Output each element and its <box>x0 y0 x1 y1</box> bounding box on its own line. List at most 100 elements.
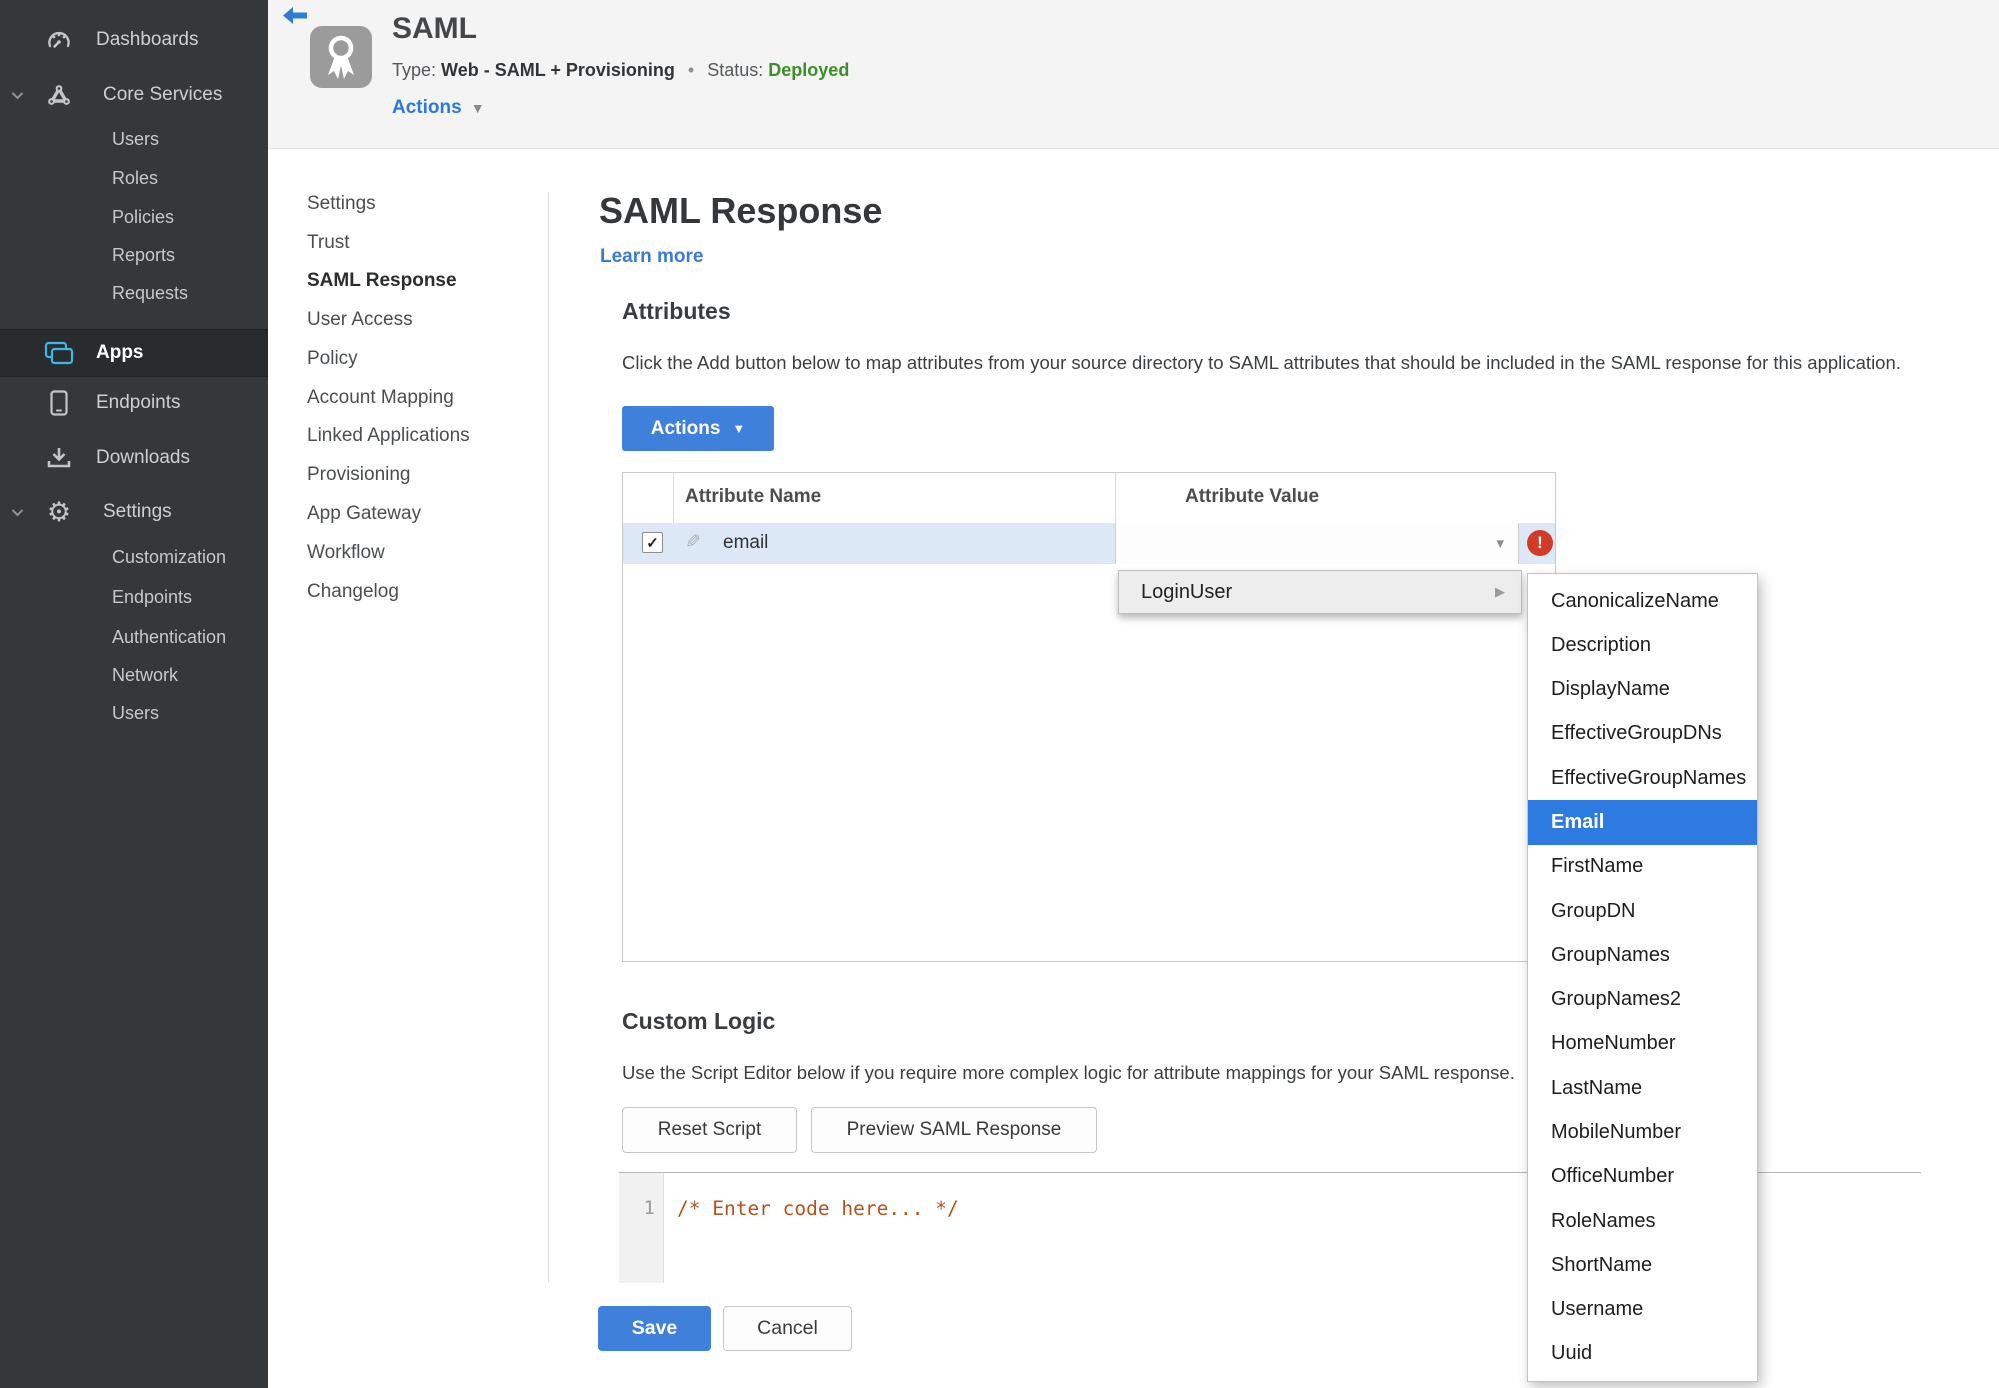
sidebar-item-label: Dashboards <box>96 29 199 50</box>
menu-option-groupnames[interactable]: GroupNames <box>1528 933 1757 977</box>
nav-item-saml-response[interactable]: SAML Response <box>307 270 457 292</box>
menu-option-canonicalizename[interactable]: CanonicalizeName <box>1528 579 1757 623</box>
chevron-down-icon <box>11 508 24 517</box>
sidebar-item-customization[interactable]: Customization <box>0 538 268 576</box>
sidebar-item-label: Apps <box>96 342 144 363</box>
menu-option-officenumber[interactable]: OfficeNumber <box>1528 1155 1757 1199</box>
learn-more-link[interactable]: Learn more <box>600 246 703 268</box>
app-meta: Type: Web - SAML + Provisioning • Status… <box>392 60 849 81</box>
sidebar-item-network[interactable]: Network <box>0 656 268 694</box>
menu-option-lastname[interactable]: LastName <box>1528 1066 1757 1110</box>
row-checkbox[interactable]: ✓ <box>642 532 663 553</box>
nav-item-app-gateway[interactable]: App Gateway <box>307 503 421 525</box>
page-title: SAML Response <box>599 190 883 231</box>
table-row: ✓ ✎ email ▾ ! <box>623 523 1555 564</box>
sidebar-item-requests[interactable]: Requests <box>0 274 268 312</box>
menu-option-effectivegroupnames[interactable]: EffectiveGroupNames <box>1528 756 1757 800</box>
saml-app-config-screen: Dashboards Core Services Users Roles Pol… <box>0 0 1999 1388</box>
attribute-name-cell: email <box>723 532 769 553</box>
menu-option-rolenames[interactable]: RoleNames <box>1528 1199 1757 1243</box>
sidebar: Dashboards Core Services Users Roles Pol… <box>0 0 268 1388</box>
sidebar-item-label: Users <box>112 702 160 723</box>
menu-option-mobilenumber[interactable]: MobileNumber <box>1528 1110 1757 1154</box>
caret-down-icon: ▼ <box>732 421 746 436</box>
sidebar-item-label: Reports <box>112 244 176 265</box>
menu-option-firstname[interactable]: FirstName <box>1528 845 1757 889</box>
menu-option-description[interactable]: Description <box>1528 623 1757 667</box>
menu-option-shortname[interactable]: ShortName <box>1528 1243 1757 1287</box>
menu-option-groupnames2[interactable]: GroupNames2 <box>1528 978 1757 1022</box>
sidebar-item-endpoints[interactable]: Endpoints <box>0 384 268 422</box>
sidebar-item-label: Settings <box>103 501 172 522</box>
reset-script-button[interactable]: Reset Script <box>622 1107 797 1153</box>
menu-option-homenumber[interactable]: HomeNumber <box>1528 1022 1757 1066</box>
sidebar-item-apps[interactable]: Apps <box>0 329 268 377</box>
type-label: Type: <box>392 60 437 80</box>
sidebar-item-authentication[interactable]: Authentication <box>0 618 268 656</box>
cancel-button[interactable]: Cancel <box>723 1306 852 1351</box>
nav-item-workflow[interactable]: Workflow <box>307 542 385 564</box>
sidebar-item-label: Authentication <box>112 626 227 647</box>
caret-down-icon: ▼ <box>470 100 485 116</box>
custom-logic-description: Use the Script Editor below if you requi… <box>622 1062 1515 1083</box>
preview-saml-response-button[interactable]: Preview SAML Response <box>811 1107 1097 1153</box>
value-options-submenu: CanonicalizeName Description DisplayName… <box>1527 573 1758 1382</box>
preview-saml-response-label: Preview SAML Response <box>846 1119 1062 1140</box>
sidebar-item-settings-users[interactable]: Users <box>0 694 268 732</box>
menu-option-displayname[interactable]: DisplayName <box>1528 668 1757 712</box>
sidebar-item-label: Downloads <box>96 447 190 468</box>
nav-item-policy[interactable]: Policy <box>307 348 358 370</box>
editor-line-gutter: 1 <box>619 1173 664 1283</box>
value-menu-loginuser[interactable]: LoginUser ▶ <box>1118 570 1522 614</box>
nav-item-changelog[interactable]: Changelog <box>307 581 399 603</box>
sidebar-item-settings-endpoints[interactable]: Endpoints <box>0 578 268 616</box>
edit-pencil-icon[interactable]: ✎ <box>685 531 701 554</box>
sidebar-item-label: Policies <box>112 206 175 227</box>
value-menu-label: LoginUser <box>1141 580 1233 603</box>
attribute-value-dropdown[interactable]: ▾ <box>1115 523 1519 564</box>
nav-item-settings[interactable]: Settings <box>307 193 376 215</box>
status-label: Status: <box>707 60 764 80</box>
sidebar-item-label: Core Services <box>103 84 223 105</box>
reset-script-label: Reset Script <box>657 1119 762 1140</box>
sidebar-item-label: Customization <box>112 546 227 567</box>
nav-item-trust[interactable]: Trust <box>307 232 350 254</box>
gear-icon: ⚙ <box>46 496 72 527</box>
header-actions-menu[interactable]: Actions ▼ <box>392 97 485 119</box>
sidebar-item-reports[interactable]: Reports <box>0 236 268 274</box>
nav-item-linked-applications[interactable]: Linked Applications <box>307 425 470 447</box>
sidebar-item-dashboards[interactable]: Dashboards <box>0 21 268 59</box>
caret-down-icon: ▾ <box>1496 535 1504 552</box>
sidebar-item-label: Endpoints <box>96 392 181 413</box>
menu-option-username[interactable]: Username <box>1528 1288 1757 1332</box>
core-services-icon <box>42 83 76 107</box>
phone-icon <box>42 390 76 416</box>
menu-option-uuid[interactable]: Uuid <box>1528 1332 1757 1376</box>
nav-item-provisioning[interactable]: Provisioning <box>307 464 411 486</box>
nav-item-account-mapping[interactable]: Account Mapping <box>307 387 454 409</box>
attributes-actions-button[interactable]: Actions ▼ <box>622 406 774 451</box>
sidebar-item-policies[interactable]: Policies <box>0 198 268 236</box>
nav-item-user-access[interactable]: User Access <box>307 309 413 331</box>
sidebar-item-label: Endpoints <box>112 586 193 607</box>
sidebar-item-downloads[interactable]: Downloads <box>0 439 268 477</box>
meta-separator: • <box>687 60 695 80</box>
custom-logic-heading: Custom Logic <box>622 1008 776 1034</box>
app-header: SAML Type: Web - SAML + Provisioning • S… <box>268 0 1999 149</box>
line-number: 1 <box>643 1197 655 1219</box>
menu-option-groupdn[interactable]: GroupDN <box>1528 889 1757 933</box>
attributes-description: Click the Add button below to map attrib… <box>622 352 1901 373</box>
save-label: Save <box>631 1317 678 1339</box>
menu-option-email[interactable]: Email <box>1528 800 1757 845</box>
sidebar-item-users[interactable]: Users <box>0 120 268 158</box>
cancel-label: Cancel <box>757 1317 818 1339</box>
chevron-down-icon <box>11 91 24 100</box>
menu-option-effectivegroupdns[interactable]: EffectiveGroupDNs <box>1528 712 1757 756</box>
back-arrow-icon[interactable] <box>282 6 308 26</box>
save-button[interactable]: Save <box>598 1306 711 1351</box>
sidebar-item-roles[interactable]: Roles <box>0 159 268 197</box>
sidebar-item-core-services[interactable]: Core Services <box>0 76 268 114</box>
sidebar-item-settings[interactable]: ⚙ Settings <box>0 493 268 531</box>
type-value: Web - SAML + Provisioning <box>441 60 675 80</box>
column-header-attribute-value: Attribute Value <box>1185 486 1320 507</box>
